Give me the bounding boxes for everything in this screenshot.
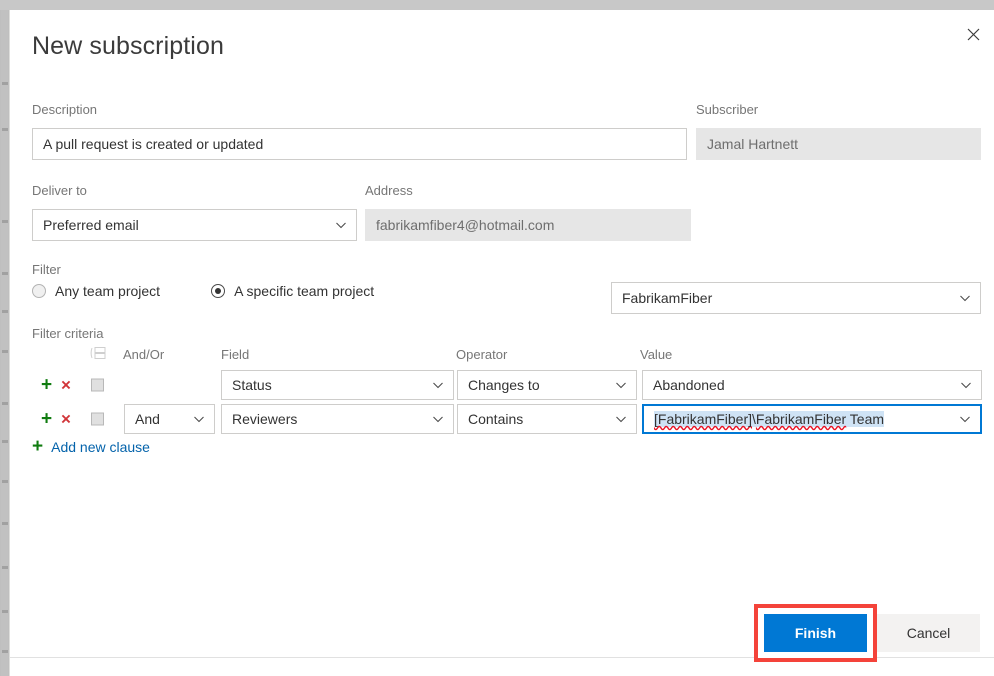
radio-any-team-project[interactable]: Any team project	[32, 283, 160, 299]
page-top-strip	[0, 0, 994, 10]
value-text-part-3: FabrikamFiber	[755, 411, 847, 427]
field-value: Reviewers	[232, 411, 298, 427]
new-subscription-dialog: New subscription Description A pull requ…	[9, 10, 994, 676]
field-value: Status	[232, 377, 272, 393]
value-text-part-1: [FabrikamFiber]	[654, 411, 753, 427]
delete-clause-icon[interactable]: ×	[61, 377, 71, 394]
screen: New subscription Description A pull requ…	[0, 0, 994, 676]
row-checkbox[interactable]	[91, 412, 104, 426]
filter-criteria-grid: And/Or Field Operator Value + × Status C…	[32, 345, 982, 436]
table-row: + × And Reviewers Contains [FabrikamFibe…	[32, 402, 982, 436]
cancel-button[interactable]: Cancel	[877, 614, 980, 652]
field-dropdown[interactable]: Reviewers	[221, 404, 454, 434]
deliver-to-value: Preferred email	[43, 217, 139, 233]
chevron-down-icon	[615, 413, 627, 425]
plus-icon: +	[32, 436, 44, 457]
deliver-to-dropdown[interactable]: Preferred email	[32, 209, 357, 241]
table-row: + × Status Changes to Abandoned	[32, 368, 982, 402]
add-clause-icon[interactable]: +	[41, 376, 52, 395]
filter-label: Filter	[32, 262, 61, 277]
chevron-down-icon	[960, 379, 972, 391]
header-operator: Operator	[456, 347, 508, 362]
team-project-value: FabrikamFiber	[622, 290, 713, 306]
add-clause-icon[interactable]: +	[41, 410, 52, 429]
close-icon[interactable]	[958, 19, 988, 49]
subscriber-label: Subscriber	[696, 102, 759, 117]
list-grid-icon[interactable]	[89, 346, 109, 362]
team-project-dropdown[interactable]: FabrikamFiber	[611, 282, 981, 314]
radio-indicator	[211, 284, 226, 298]
radio-label: Any team project	[55, 283, 161, 299]
deliver-to-label: Deliver to	[32, 183, 87, 198]
value-text: Abandoned	[653, 377, 725, 393]
chevron-down-icon	[335, 219, 347, 231]
description-label: Description	[32, 102, 98, 117]
operator-dropdown[interactable]: Contains	[457, 404, 637, 434]
chevron-down-icon	[615, 379, 627, 391]
value-dropdown-focused[interactable]: [FabrikamFiber]\FabrikamFiber Team	[642, 404, 982, 434]
delete-clause-icon[interactable]: ×	[61, 411, 71, 428]
radio-label: A specific team project	[234, 283, 375, 299]
chevron-down-icon	[959, 292, 971, 304]
andor-dropdown[interactable]: And	[124, 404, 215, 434]
chevron-down-icon	[432, 379, 444, 391]
page-left-gutter-content	[1, 10, 8, 676]
radio-specific-team-project[interactable]: A specific team project	[211, 283, 374, 299]
address-input: fabrikamfiber4@hotmail.com	[365, 209, 691, 241]
filter-radio-group: Any team project A specific team project	[32, 283, 374, 299]
row-checkbox[interactable]	[91, 378, 104, 392]
header-andor: And/Or	[123, 347, 165, 362]
finish-button-annotation-wrapper: Finish	[754, 604, 877, 662]
operator-dropdown[interactable]: Changes to	[457, 370, 637, 400]
value-text: [FabrikamFiber]\FabrikamFiber Team	[654, 411, 885, 427]
header-field: Field	[221, 347, 250, 362]
operator-value: Contains	[468, 411, 524, 427]
andor-value: And	[135, 411, 160, 427]
radio-indicator	[32, 284, 46, 298]
filter-criteria-label: Filter criteria	[32, 326, 104, 341]
address-label: Address	[365, 183, 413, 198]
page-title: New subscription	[32, 32, 224, 60]
header-value: Value	[640, 347, 673, 362]
chevron-down-icon	[432, 413, 444, 425]
value-dropdown[interactable]: Abandoned	[642, 370, 982, 400]
add-new-clause-label: Add new clause	[51, 438, 150, 455]
dialog-footer-buttons: Finish Cancel	[754, 604, 980, 662]
chevron-down-icon	[959, 413, 971, 425]
add-new-clause-button[interactable]: + Add new clause	[32, 437, 150, 456]
grid-header-row: And/Or Field Operator Value	[32, 345, 982, 368]
value-text-part-4: Team	[846, 411, 885, 427]
finish-button[interactable]: Finish	[764, 614, 867, 652]
field-dropdown[interactable]: Status	[221, 370, 454, 400]
operator-value: Changes to	[468, 377, 540, 393]
subscriber-input: Jamal Hartnett	[696, 128, 981, 160]
chevron-down-icon	[193, 413, 205, 425]
description-input[interactable]: A pull request is created or updated	[32, 128, 687, 160]
